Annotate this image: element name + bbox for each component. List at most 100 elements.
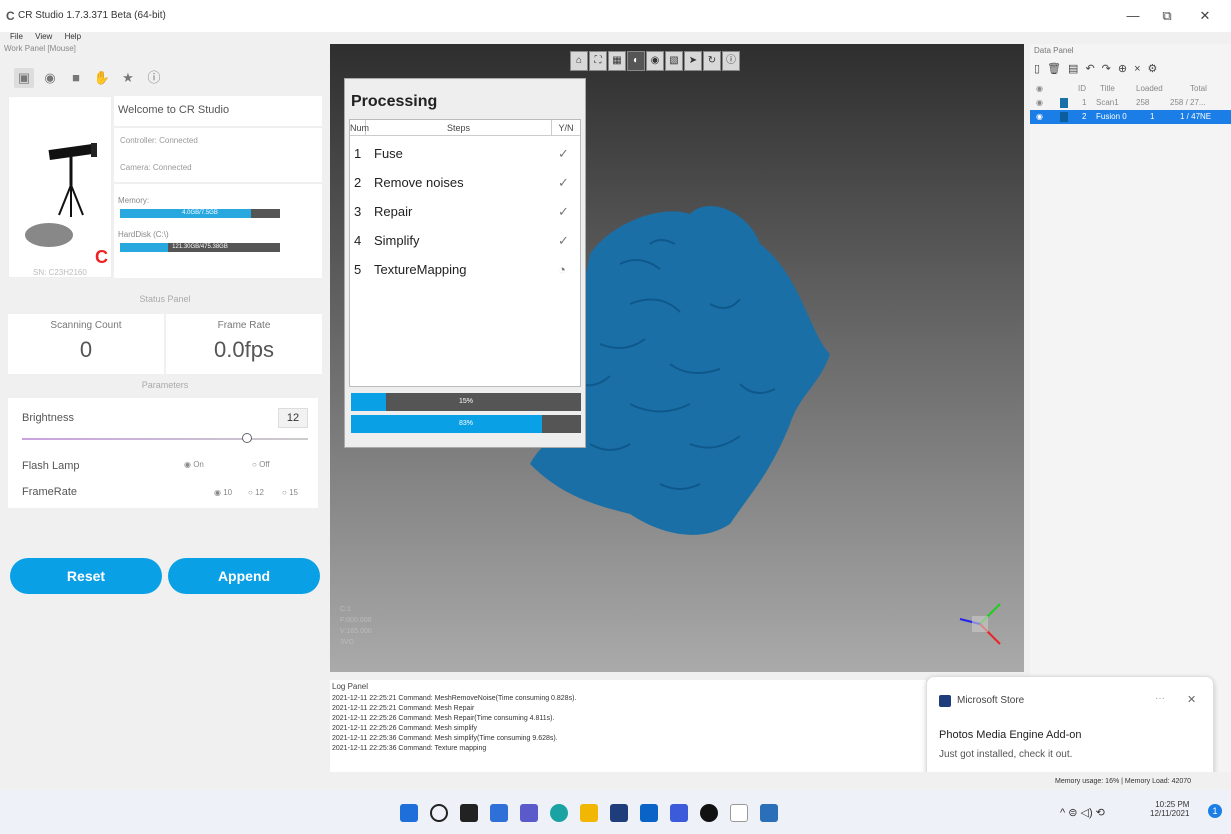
maximize-button[interactable]: ⧉ <box>1152 6 1182 26</box>
step-row: 1 Fuse ✓ <box>354 146 569 161</box>
welcome-text: Welcome to CR Studio <box>114 96 322 126</box>
minimize-button[interactable]: — <box>1118 6 1148 26</box>
mail-icon[interactable] <box>640 804 658 822</box>
new-icon[interactable]: ▯ <box>1034 63 1040 75</box>
frame-rate-value: 0.0fps <box>214 337 274 362</box>
framerate-15-radio[interactable]: ○ 15 <box>282 488 298 497</box>
axis-gizmo-icon <box>959 603 1001 645</box>
menu-bar: File View Help <box>0 32 330 44</box>
framerate-12-radio[interactable]: ○ 12 <box>248 488 264 497</box>
step-row: 2 Remove noises ✓ <box>354 175 569 190</box>
delete-icon[interactable]: 🗑 <box>1047 63 1061 75</box>
file-explorer-icon[interactable] <box>580 804 598 822</box>
toast-close-icon[interactable]: ✕ <box>1187 693 1196 706</box>
task-view-icon[interactable] <box>460 804 478 822</box>
start-icon[interactable] <box>400 804 418 822</box>
eye-icon[interactable]: ◉ <box>40 68 60 88</box>
framerate-10-radio[interactable]: ◉ 10 <box>214 488 232 497</box>
check-icon: ✓ <box>558 175 569 190</box>
table-row[interactable]: ◉ 1 Scan1 258 258 / 27... <box>1030 96 1231 110</box>
hand-icon[interactable]: ✋ <box>92 68 112 88</box>
framerate-label: FrameRate <box>22 486 78 498</box>
search-icon[interactable] <box>430 804 448 822</box>
notification-badge[interactable]: 1 <box>1208 804 1222 818</box>
data-panel-toolbar: ▯ 🗑 ▤ ↶ ↷ ⊕ × ⚙ <box>1034 62 1164 75</box>
col-num-header: Num <box>350 120 369 136</box>
toast-body: Just got installed, check it out. <box>939 749 1073 760</box>
redo-icon[interactable]: ↷ <box>1102 63 1111 75</box>
eye-view-icon[interactable]: ◉ <box>646 51 664 71</box>
star-icon[interactable]: ★ <box>118 68 138 88</box>
check-icon: ✓ <box>558 233 569 248</box>
table-row[interactable]: ◉ 2 Fusion 011 / 47NE <box>1030 110 1231 124</box>
system-tray-icons[interactable]: ^ ⊜ ◁) ⟲ <box>1060 806 1105 819</box>
app-icon-1[interactable] <box>670 804 688 822</box>
menu-help[interactable]: Help <box>65 32 81 41</box>
data-table-header: ◉ ID Title Loaded Total <box>1036 84 1207 93</box>
widgets-icon[interactable] <box>490 804 508 822</box>
document-icon[interactable] <box>730 804 748 822</box>
controller-status: Controller: Connected <box>120 136 198 145</box>
status-panel-title: Status Panel <box>139 294 191 304</box>
info-view-icon[interactable]: ⓘ <box>722 51 740 71</box>
camera-status: Camera: Connected <box>120 163 192 172</box>
store-icon <box>939 695 951 707</box>
undo-icon[interactable]: ↶ <box>1085 63 1094 75</box>
harddisk-label: HardDisk (C:\) <box>118 230 169 239</box>
more-icon[interactable]: ··· <box>1155 693 1165 704</box>
box-select-icon[interactable]: ▧ <box>665 51 683 71</box>
merge-icon[interactable]: ⊕ <box>1118 63 1127 75</box>
visibility-icon: ◉ <box>1036 98 1043 107</box>
save-icon[interactable]: ▤ <box>1068 63 1078 75</box>
data-panel: Data Panel ▯ 🗑 ▤ ↶ ↷ ⊕ × ⚙ ◉ ID Title Loaded Total … <box>1030 44 1231 772</box>
taskbar: ^ ⊜ ◁) ⟲ 10:25 PM 12/11/2021 1 <box>0 790 1231 834</box>
work-panel-header: Work Panel [Mouse] <box>4 44 76 53</box>
close-icon[interactable]: × <box>1134 63 1140 75</box>
viewport-info: C:1 F:000.000 V:165.000 3VO <box>340 606 372 646</box>
title-bar: C CR Studio 1.7.3.371 Beta (64-bit) — ⧉ … <box>0 0 1231 32</box>
log-lines: 2021-12-11 22:25:21 Command: MeshRemoveN… <box>332 695 577 752</box>
fit-view-icon[interactable]: ⛶ <box>589 51 607 71</box>
light-icon[interactable]: ◐ <box>627 51 645 71</box>
log-panel-header: Log Panel <box>332 682 369 691</box>
settings-icon[interactable]: ⚙ <box>1148 63 1158 75</box>
parameters-panel: Brightness 12 Flash Lamp ◉ On ○ Off Fram… <box>8 398 318 508</box>
work-panel-toolbar: ▣ ◉ ■ ✋ ★ ⓘ <box>14 68 214 90</box>
brightness-value[interactable]: 12 <box>278 408 308 428</box>
scanner-tripod-icon: C SN: C23H2160 <box>25 143 108 277</box>
brightness-slider-track[interactable] <box>22 438 308 440</box>
flash-on-radio[interactable]: ◉ On <box>184 460 204 469</box>
total-progress-bar: 83% <box>351 415 581 433</box>
memory-bar: 4.0GB/7.5GB <box>120 209 280 218</box>
cube-icon[interactable]: ▣ <box>14 68 34 88</box>
menu-file[interactable]: File <box>10 32 23 41</box>
step-row: 4 Simplify ✓ <box>354 233 569 248</box>
reset-button[interactable]: Reset <box>10 558 162 594</box>
home-view-icon[interactable]: ⌂ <box>570 51 588 71</box>
close-button[interactable]: ✕ <box>1190 6 1220 26</box>
info-icon[interactable]: ⓘ <box>144 68 164 88</box>
brightness-slider-handle[interactable] <box>242 433 252 443</box>
append-button[interactable]: Append <box>168 558 320 594</box>
frame-rate-label: Frame Rate <box>217 320 271 331</box>
step-row: 5 TextureMapping ◔ <box>354 262 566 277</box>
clock[interactable]: 10:25 PM 12/11/2021 <box>1150 800 1189 818</box>
frame-view-icon[interactable]: ▦ <box>608 51 626 71</box>
flash-off-radio[interactable]: ○ Off <box>252 460 270 469</box>
scanning-count-box: Scanning Count 0 <box>8 314 164 374</box>
processing-title: Processing <box>351 93 438 110</box>
visibility-icon: ◉ <box>1036 112 1043 121</box>
store-taskbar-icon[interactable] <box>610 804 628 822</box>
steam-icon[interactable] <box>700 804 718 822</box>
rotate-icon[interactable]: ↻ <box>703 51 721 71</box>
edge-icon[interactable] <box>550 804 568 822</box>
notification-toast[interactable]: Microsoft Store ··· ✕ Photos Media Engin… <box>926 676 1214 784</box>
photos-icon[interactable] <box>760 804 778 822</box>
svg-text:C: C <box>95 247 108 267</box>
col-steps-header: Steps <box>366 120 552 136</box>
scanning-count-label: Scanning Count <box>50 320 122 331</box>
pointer-icon[interactable]: ➤ <box>684 51 702 71</box>
chat-icon[interactable] <box>520 804 538 822</box>
menu-view[interactable]: View <box>35 32 52 41</box>
camera-icon[interactable]: ■ <box>66 68 86 88</box>
